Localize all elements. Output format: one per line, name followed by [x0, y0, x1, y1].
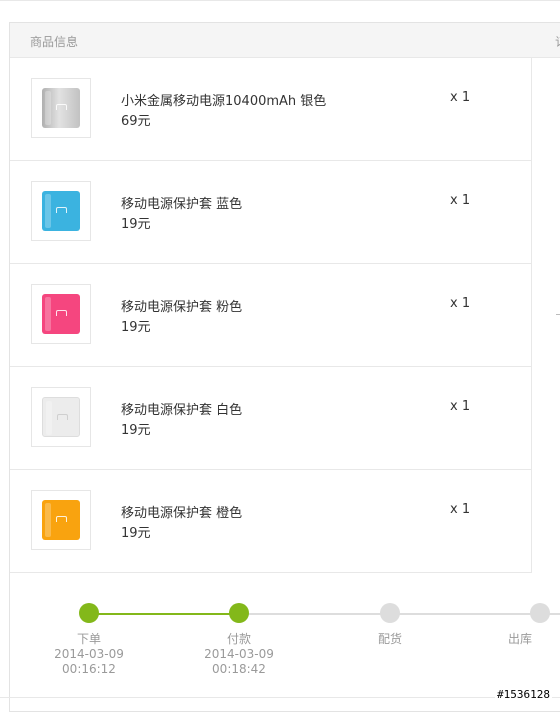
product-name[interactable]: 移动电源保护套 橙色: [121, 502, 242, 521]
step-time: 00:18:42: [212, 662, 266, 676]
step-shipped: 出库: [490, 632, 550, 647]
bottom-divider: [0, 697, 560, 698]
product-name[interactable]: 移动电源保护套 粉色: [121, 296, 242, 315]
product-quantity: x 1: [450, 90, 471, 105]
product-name[interactable]: 小米金属移动电源10400mAh 银色: [121, 90, 326, 109]
step-date: 2014-03-09: [54, 647, 124, 661]
step-order: 下单 2014-03-09 00:16:12: [39, 632, 139, 677]
pink-power-bank-case-icon: [42, 294, 80, 334]
step-payment: 付款 2014-03-09 00:18:42: [189, 632, 289, 677]
step-label: 配货: [377, 632, 402, 646]
order-progress-tracker: 下单 2014-03-09 00:16:12 付款 2014-03-09 00:…: [10, 573, 560, 713]
order-item: 移动电源保护套 蓝色 19元 x 1: [10, 161, 532, 264]
step-dot-shipped: [530, 603, 550, 623]
step-label: 出库: [507, 632, 532, 646]
order-item: 移动电源保护套 粉色 19元 x 1: [10, 264, 532, 367]
product-price: 19元: [121, 423, 151, 438]
product-price: 19元: [121, 526, 151, 541]
product-name[interactable]: 移动电源保护套 白色: [121, 399, 242, 418]
product-thumbnail[interactable]: [31, 78, 91, 138]
order-item: 移动电源保护套 橙色 19元 x 1: [10, 470, 532, 573]
panel-header: 商品信息 订: [10, 23, 560, 58]
top-divider: [0, 0, 560, 1]
product-quantity: x 1: [450, 296, 471, 311]
product-price: 69元: [121, 114, 151, 129]
header-right-column: 订: [555, 33, 560, 50]
step-label: 付款: [226, 632, 251, 646]
product-thumbnail[interactable]: [31, 181, 91, 241]
blue-power-bank-case-icon: [42, 191, 80, 231]
order-panel: 商品信息 订 小米金属移动电源10400mAh 银色 69元 x 1 移动电源保…: [9, 22, 560, 712]
right-column-marker: [556, 314, 560, 315]
orange-power-bank-case-icon: [42, 500, 80, 540]
product-thumbnail[interactable]: [31, 490, 91, 550]
product-thumbnail[interactable]: [31, 284, 91, 344]
product-quantity: x 1: [450, 502, 471, 517]
order-item: 小米金属移动电源10400mAh 银色 69元 x 1: [10, 58, 532, 161]
step-picking: 配货: [340, 632, 440, 647]
step-label: 下单: [76, 632, 101, 646]
step-dot-picking: [380, 603, 400, 623]
step-dot-payment: [229, 603, 249, 623]
silver-power-bank-icon: [42, 88, 80, 128]
progress-line-done: [89, 613, 239, 615]
watermark-id: #1536128: [495, 688, 552, 701]
product-name[interactable]: 移动电源保护套 蓝色: [121, 193, 242, 212]
product-quantity: x 1: [450, 193, 471, 208]
step-date: 2014-03-09: [204, 647, 274, 661]
white-power-bank-case-icon: [42, 397, 80, 437]
product-quantity: x 1: [450, 399, 471, 414]
product-price: 19元: [121, 320, 151, 335]
product-thumbnail[interactable]: [31, 387, 91, 447]
order-item: 移动电源保护套 白色 19元 x 1: [10, 367, 532, 470]
step-time: 00:16:12: [62, 662, 116, 676]
header-product-info: 商品信息: [30, 35, 79, 49]
step-dot-order: [79, 603, 99, 623]
product-price: 19元: [121, 217, 151, 232]
